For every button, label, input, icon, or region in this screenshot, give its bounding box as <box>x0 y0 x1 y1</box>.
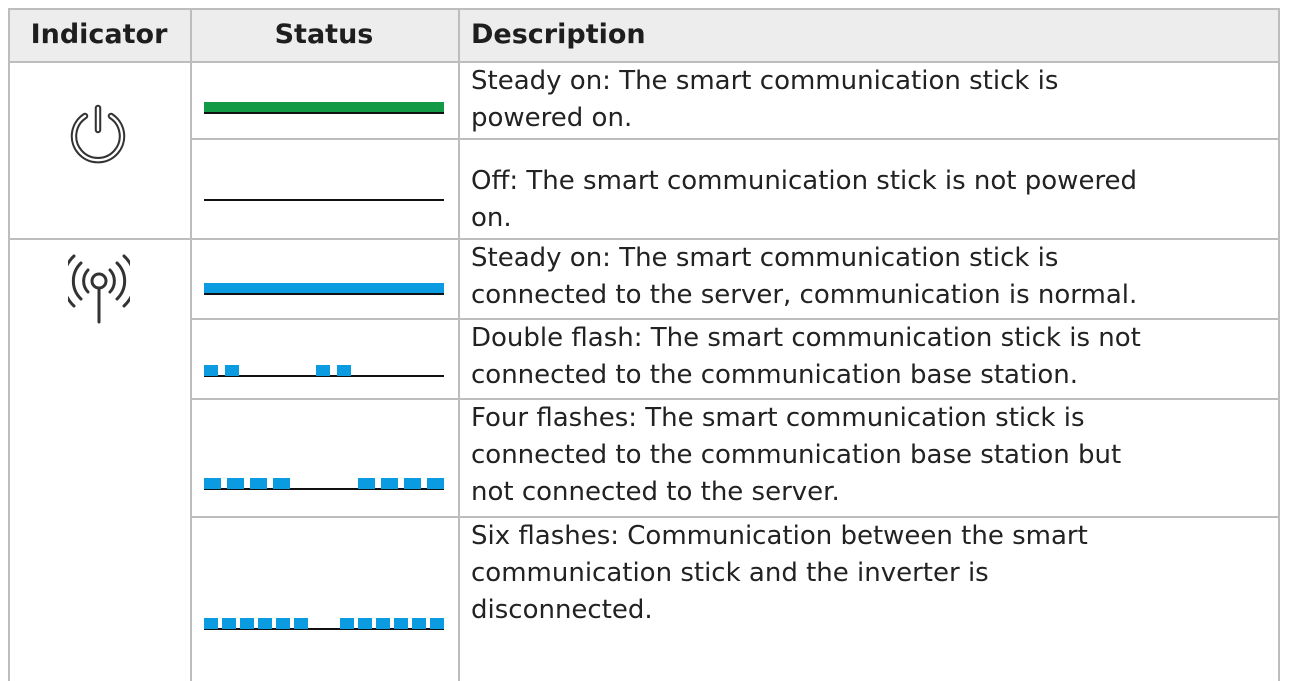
header-indicator: Indicator <box>30 19 168 50</box>
description-signal-double-flash: Double flash: The smart communication st… <box>471 323 1141 390</box>
description-signal-steady: Steady on: The smart communication stick… <box>471 243 1138 310</box>
flash-block <box>404 478 421 489</box>
flash-block <box>240 618 254 629</box>
column-divider-2 <box>458 8 460 681</box>
power-icon <box>68 104 128 168</box>
table-border-right <box>1278 8 1280 681</box>
header-description: Description <box>471 19 646 50</box>
flash-block <box>358 478 375 489</box>
indicator-table: Indicator Status Description Steady on: … <box>8 8 1280 681</box>
column-divider-1 <box>190 8 192 681</box>
flash-block <box>276 618 290 629</box>
status-off <box>204 199 444 213</box>
description-power-steady: Steady on: The smart communication stick… <box>471 66 1059 133</box>
table-border-left <box>8 8 10 681</box>
table-border-top <box>8 8 1280 10</box>
flash-block <box>381 478 398 489</box>
flash-block <box>430 618 444 629</box>
flash-block <box>258 618 272 629</box>
description-signal-six-flashes: Six flashes: Communication between the s… <box>471 521 1088 625</box>
flash-block <box>394 618 408 629</box>
status-double-flash <box>204 365 444 379</box>
flash-block <box>316 365 330 376</box>
status-steady-green <box>204 102 444 116</box>
row-divider <box>190 138 1280 140</box>
wireless-signal-icon <box>61 248 137 332</box>
header-status: Status <box>274 19 374 50</box>
flash-block <box>337 365 351 376</box>
flash-block <box>222 618 236 629</box>
flash-block <box>376 618 390 629</box>
flash-block <box>358 618 372 629</box>
flash-block <box>204 365 218 376</box>
flash-block <box>273 478 290 489</box>
description-power-off: Off: The smart communication stick is no… <box>471 166 1138 233</box>
status-six-flashes <box>204 618 444 632</box>
flash-block <box>204 618 218 629</box>
flash-block <box>250 478 267 489</box>
flash-block <box>412 618 426 629</box>
status-four-flashes <box>204 478 444 492</box>
status-steady-blue <box>204 283 444 297</box>
description-signal-four-flashes: Four flashes: The smart communication st… <box>471 403 1122 507</box>
flash-block <box>294 618 308 629</box>
flash-block <box>227 478 244 489</box>
flash-block <box>225 365 239 376</box>
flash-block <box>340 618 354 629</box>
flash-block <box>427 478 444 489</box>
flash-block <box>204 478 221 489</box>
